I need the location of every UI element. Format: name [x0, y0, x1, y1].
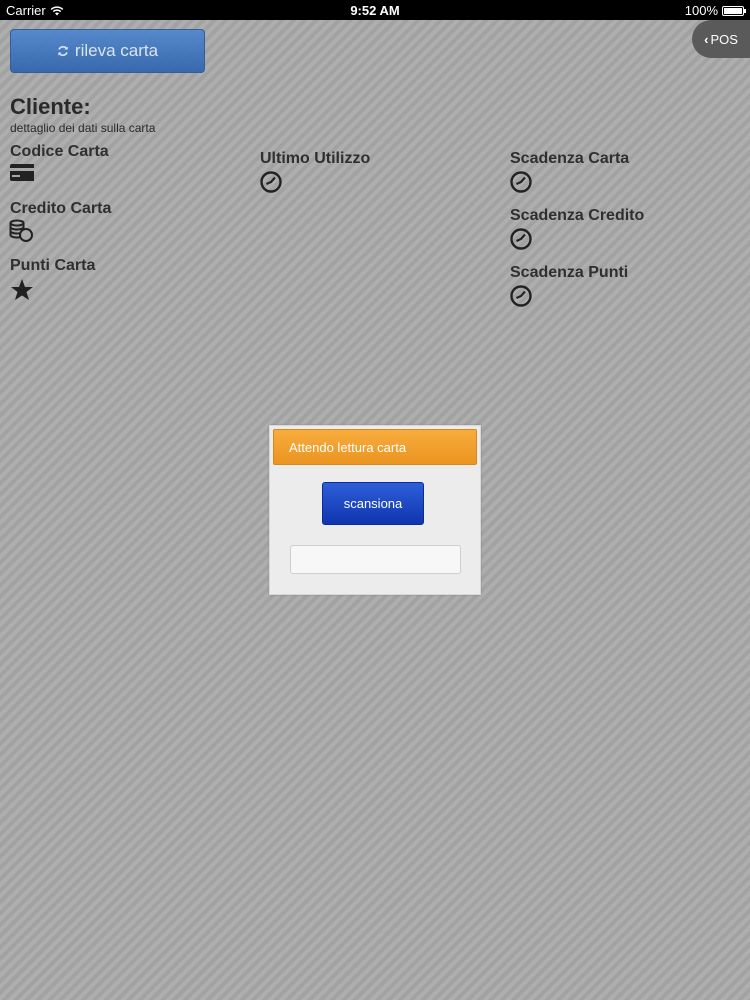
pos-back-button[interactable]: ‹ POS [692, 20, 750, 58]
battery-percent: 100% [684, 3, 718, 18]
credit-card-icon [10, 164, 34, 181]
scadenza-credito-label: Scadenza Credito [510, 207, 645, 224]
codice-carta-label: Codice Carta [10, 143, 109, 160]
dialog-title: Attendo lettura carta [273, 429, 477, 465]
cliente-title: Cliente: [10, 94, 91, 119]
chevron-left-icon: ‹ [704, 31, 709, 47]
scansiona-button[interactable]: scansiona [322, 482, 424, 525]
clock-icon [510, 285, 532, 307]
card-reading-dialog: Attendo lettura carta scansiona [269, 425, 481, 595]
status-time: 9:52 AM [350, 3, 400, 18]
cliente-subtitle: dettaglio dei dati sulla carta [10, 121, 156, 135]
rileva-carta-button[interactable]: rileva carta [10, 29, 205, 73]
star-icon [11, 279, 33, 300]
rileva-carta-label: rileva carta [74, 41, 159, 60]
refresh-icon [58, 46, 68, 56]
scadenza-carta-label: Scadenza Carta [510, 150, 630, 167]
status-bar: Carrier 9:52 AM 100% [0, 0, 750, 20]
scadenza-punti-label: Scadenza Punti [510, 264, 629, 281]
credito-carta-label: Credito Carta [10, 200, 112, 217]
clock-icon [510, 228, 532, 250]
battery-info: 100% [684, 3, 746, 18]
ultimo-utilizzo-label: Ultimo Utilizzo [260, 150, 371, 167]
card-code-input[interactable] [290, 545, 461, 574]
clock-icon [510, 171, 532, 193]
pos-label: POS [710, 31, 738, 47]
punti-carta-label: Punti Carta [10, 257, 96, 274]
battery-icon [722, 5, 746, 16]
clock-icon [260, 171, 282, 193]
coins-icon [9, 219, 33, 242]
